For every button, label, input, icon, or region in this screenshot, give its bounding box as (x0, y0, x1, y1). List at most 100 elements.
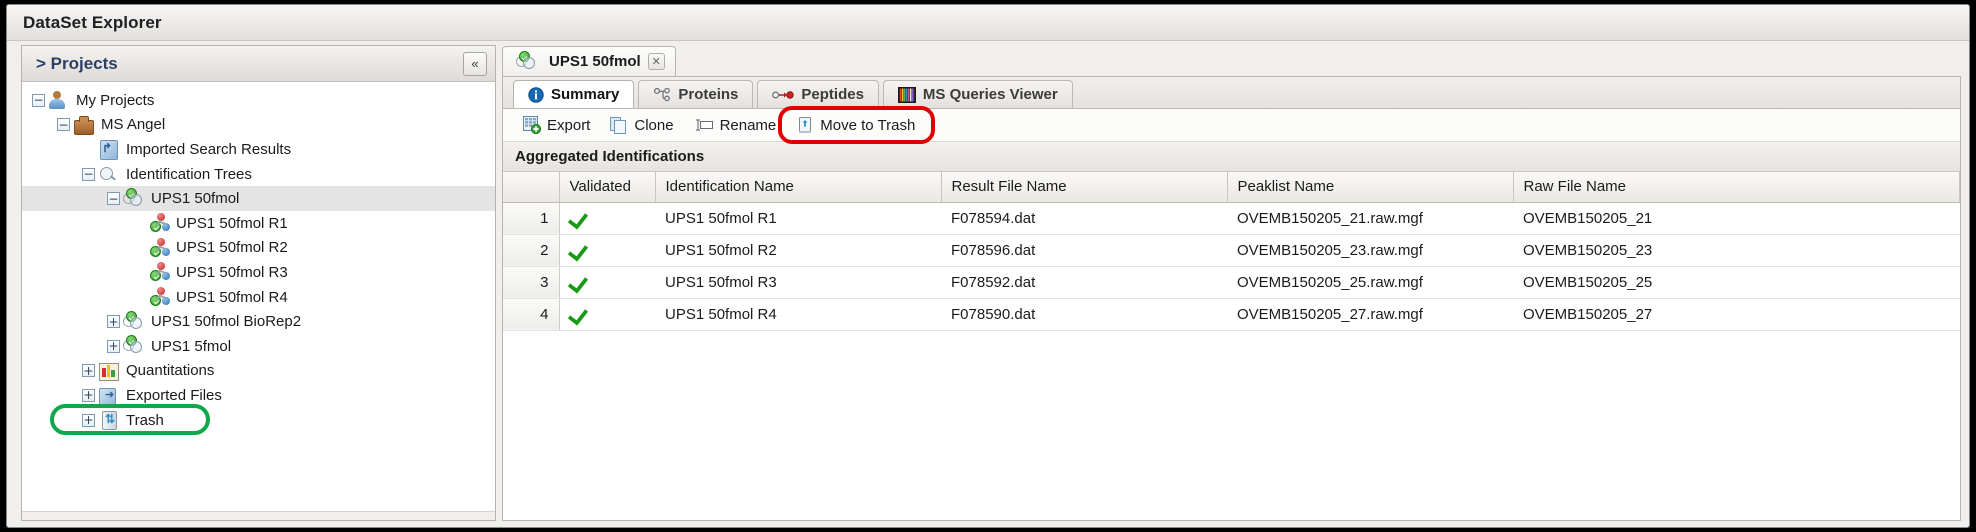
cell-result-file-name: F078592.dat (941, 266, 1227, 299)
close-icon[interactable]: ✕ (647, 53, 665, 70)
tree-item-ups1-50fmol-r4[interactable]: UPS1 50fmol R4 (22, 285, 495, 310)
export-button[interactable]: Export (513, 112, 600, 138)
clone-icon (610, 116, 628, 134)
identifications-table-container[interactable]: Validated Identification Name Result File … (503, 172, 1960, 520)
collapse-icon[interactable]: − (57, 118, 70, 132)
tree-item-label: UPS1 50fmol R4 (176, 288, 288, 306)
validated-check-icon (570, 240, 588, 256)
dataset-explorer-window: DataSet Explorer > Projects « − My Projec… (6, 4, 1970, 528)
tree-item-my-projects[interactable]: − My Projects (22, 88, 495, 113)
window-title: DataSet Explorer (23, 12, 162, 32)
expand-icon[interactable]: + (107, 315, 120, 329)
cell-result-file-name: F078594.dat (941, 202, 1227, 235)
table-row[interactable]: 1 UPS1 50fmol R1 F078594.dat OVEMB150205_21… (503, 202, 1960, 235)
projects-tree[interactable]: −My Projects−MS AngelImported Search Res… (22, 82, 495, 511)
tree-item-exported-files[interactable]: + Exported Files (22, 383, 495, 408)
row-number: 3 (503, 266, 560, 299)
tab-label: Peptides (801, 86, 864, 103)
tree-item-label: Identification Trees (126, 165, 252, 183)
collapse-icon[interactable]: − (82, 167, 95, 181)
clone-button[interactable]: Clone (600, 112, 683, 138)
tree-item-ups1-50fmol-r1[interactable]: UPS1 50fmol R1 (22, 211, 495, 236)
document-tab-ups1-50fmol[interactable]: UPS1 50fmol ✕ (502, 46, 676, 76)
projects-header: > Projects « (22, 46, 495, 82)
table-row[interactable]: 4 UPS1 50fmol R4 F078590.dat OVEMB150205_27… (503, 298, 1960, 331)
bar-chart-icon (98, 361, 120, 381)
id-tree-icon (123, 187, 145, 209)
id-tree-icon (123, 335, 145, 356)
toolbar-button-label: Move to Trash (820, 116, 916, 134)
window-body: > Projects « −My Projects−MS AngelImport… (7, 41, 1969, 527)
section-title: Aggregated Identifications (515, 148, 705, 165)
tab-ms-queries-viewer[interactable]: MS Queries Viewer (882, 80, 1073, 108)
cell-raw-file-name: OVEMB150205_21 (1513, 202, 1960, 235)
expand-icon[interactable]: + (82, 388, 95, 402)
validated-check-icon (570, 304, 588, 320)
move-to-trash-button[interactable]: Move to Trash (786, 112, 925, 138)
validated-check-icon (559, 266, 655, 299)
cell-identification-name: UPS1 50fmol R1 (655, 202, 941, 235)
column-header-raw-file-name[interactable]: Raw File Name (1513, 172, 1960, 203)
tab-peptides[interactable]: Peptides (757, 80, 879, 108)
main-panel: UPS1 50fmol ✕ Summary Proteins Peptides MS … (502, 45, 1961, 521)
rename-icon (694, 117, 714, 133)
row-number: 2 (503, 234, 560, 267)
table-row[interactable]: 2 UPS1 50fmol R2 F078596.dat OVEMB150205_23… (503, 234, 1960, 267)
export-icon (523, 116, 541, 134)
tree-item-imported-search-results[interactable]: Imported Search Results (22, 137, 495, 162)
expand-icon[interactable]: + (82, 413, 95, 427)
validated-check-icon (559, 202, 655, 235)
molecule-icon (148, 213, 170, 233)
toolbar-button-label: Export (547, 116, 591, 134)
column-header-peaklist-name[interactable]: Peaklist Name (1227, 172, 1514, 203)
window-title-bar: DataSet Explorer (7, 5, 1969, 41)
column-header-identification-name[interactable]: Identification Name (655, 172, 942, 203)
cell-raw-file-name: OVEMB150205_25 (1513, 266, 1960, 299)
sidebar-horizontal-scrollbar[interactable] (22, 511, 495, 520)
expand-icon[interactable]: + (107, 339, 120, 353)
tree-item-ups1-50fmol-r2[interactable]: UPS1 50fmol R2 (22, 236, 495, 261)
cell-peaklist-name: OVEMB150205_25.raw.mgf (1227, 266, 1513, 299)
tree-item-ups1-50fmol-biorep2[interactable]: + UPS1 50fmol BioRep2 (22, 309, 495, 334)
cell-result-file-name: F078590.dat (941, 298, 1227, 331)
tree-item-ups1-50fmol-r3[interactable]: UPS1 50fmol R3 (22, 260, 495, 285)
tree-item-trash[interactable]: + Trash (22, 408, 495, 433)
exported-files-icon (98, 385, 120, 406)
toolbar-button-label: Clone (634, 116, 674, 134)
tree-item-quantitations[interactable]: + Quantitations (22, 359, 495, 384)
tab-summary[interactable]: Summary (513, 80, 635, 108)
move-to-trash-icon (796, 116, 814, 134)
tree-item-ups1-50fmol[interactable]: − UPS1 50fmol (22, 186, 495, 211)
tree-item-label: UPS1 50fmol BioRep2 (151, 313, 302, 331)
column-header-row-number[interactable] (503, 172, 560, 203)
projects-header-label: > Projects (36, 53, 118, 73)
cell-peaklist-name: OVEMB150205_23.raw.mgf (1227, 234, 1513, 267)
tree-item-label: My Projects (76, 91, 155, 109)
tree-item-ups1-5fmol[interactable]: + UPS1 5fmol (22, 334, 495, 359)
collapse-icon[interactable]: − (32, 93, 45, 107)
identifications-table: Validated Identification Name Result File … (503, 172, 1960, 331)
expand-icon[interactable]: + (82, 364, 95, 378)
validated-check-icon (570, 272, 588, 288)
row-number: 1 (503, 202, 560, 235)
tab-label: MS Queries Viewer (922, 86, 1058, 103)
tab-proteins[interactable]: Proteins (638, 80, 754, 108)
molecule-icon (148, 237, 170, 258)
cell-raw-file-name: OVEMB150205_23 (1513, 234, 1960, 267)
collapse-icon[interactable]: − (107, 192, 120, 206)
id-tree-icon (516, 50, 538, 72)
column-header-result-file-name[interactable]: Result File Name (941, 172, 1228, 203)
collapse-sidebar-icon[interactable]: « (463, 51, 487, 76)
spectra-icon (897, 86, 916, 103)
molecule-icon (148, 262, 170, 282)
rename-button[interactable]: Rename (684, 113, 787, 138)
column-header-validated[interactable]: Validated (559, 172, 656, 203)
magnifier-icon (98, 164, 120, 184)
tree-item-label: MS Angel (101, 116, 166, 134)
tree-item-ms-angel[interactable]: − MS Angel (22, 113, 495, 138)
table-row[interactable]: 3 UPS1 50fmol R3 F078592.dat OVEMB150205_25… (503, 266, 1960, 299)
tree-item-identification-trees[interactable]: − Identification Trees (22, 162, 495, 187)
